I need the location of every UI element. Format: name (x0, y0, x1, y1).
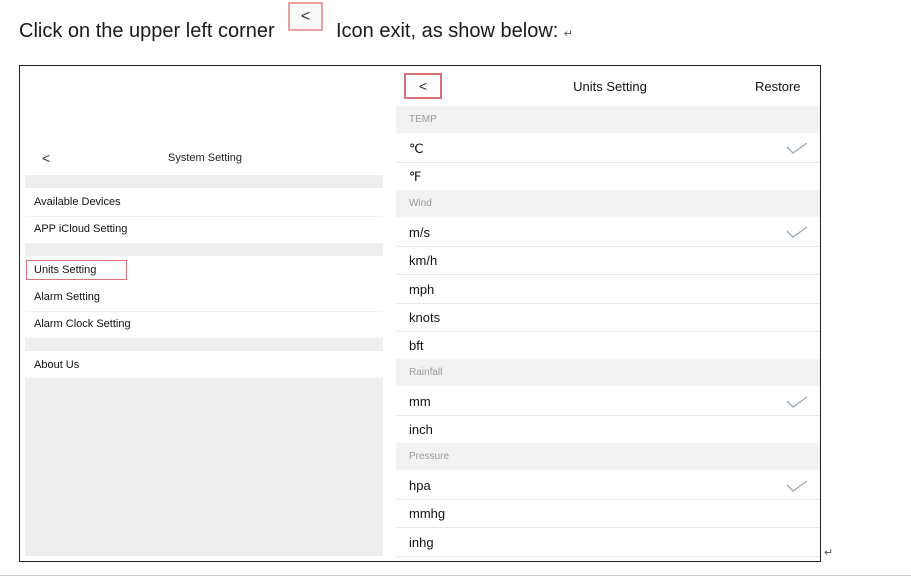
option-km-h[interactable]: km/h (409, 253, 437, 268)
back-chevron-icon[interactable]: < (42, 150, 50, 166)
system-setting-title: System Setting (168, 152, 242, 164)
section-label-temp: TEMP (409, 114, 437, 125)
option-mmhg[interactable]: mmhg (409, 506, 445, 521)
option-knots[interactable]: knots (409, 310, 440, 325)
instruction-text-before: Click on the upper left corner (19, 20, 275, 42)
menu-item-units-setting[interactable]: Units Setting (34, 264, 96, 276)
paragraph-mark: ↵ (824, 547, 834, 559)
section-header-pressure (396, 443, 820, 470)
restore-button[interactable]: Restore (755, 79, 801, 94)
back-chevron-icon: < (288, 2, 323, 31)
page-divider (0, 575, 911, 576)
row-divider (396, 246, 820, 247)
option-mph[interactable]: mph (409, 282, 434, 297)
menu-item-alarm-clock-setting[interactable]: Alarm Clock Setting (34, 318, 131, 330)
instruction-text-after: Icon exit, as show below: ↵ (336, 20, 574, 42)
empty-area (25, 378, 383, 556)
option-inhg[interactable]: inhg (409, 535, 434, 550)
section-header-temp (396, 106, 820, 133)
paragraph-mark: ↵ (563, 28, 574, 40)
section-separator (25, 338, 383, 351)
checkmark-icon (786, 480, 808, 492)
row-divider (396, 556, 820, 557)
option-bft[interactable]: bft (409, 338, 423, 353)
row-divider (396, 415, 820, 416)
back-button[interactable]: < (404, 73, 442, 99)
menu-item-about-us[interactable]: About Us (34, 359, 79, 371)
menu-item-app-icloud-setting[interactable]: APP iCloud Setting (34, 223, 127, 235)
section-label-pressure: Pressure (409, 451, 450, 462)
option-m-s[interactable]: m/s (409, 225, 430, 240)
section-header-rainfall (396, 359, 820, 386)
menu-item-alarm-setting[interactable]: Alarm Setting (34, 291, 100, 303)
section-label-wind: Wind (409, 198, 432, 209)
back-chevron-icon: < (418, 78, 428, 94)
option-mm[interactable]: mm (409, 394, 431, 409)
screenshot-frame: < System Setting Available Devices APP i… (19, 65, 821, 562)
row-divider (396, 162, 820, 163)
row-divider (25, 216, 383, 217)
row-divider (396, 303, 820, 304)
section-separator (25, 175, 383, 188)
row-divider (396, 331, 820, 332)
row-divider (396, 527, 820, 528)
section-label-rainfall: Rainfall (409, 367, 443, 378)
option-hpa[interactable]: hpa (409, 478, 431, 493)
checkmark-icon (786, 142, 808, 154)
units-setting-title: Units Setting (573, 79, 647, 94)
checkmark-icon (786, 396, 808, 408)
section-separator (25, 243, 383, 256)
menu-item-available-devices[interactable]: Available Devices (34, 196, 121, 208)
option-fahrenheit[interactable]: ℉ (409, 169, 421, 185)
option-celsius[interactable]: ℃ (409, 141, 424, 157)
row-divider (25, 311, 383, 312)
row-divider (396, 274, 820, 275)
section-header-wind (396, 190, 820, 217)
row-divider (396, 499, 820, 500)
checkmark-icon (786, 226, 808, 238)
option-inch[interactable]: inch (409, 422, 433, 437)
